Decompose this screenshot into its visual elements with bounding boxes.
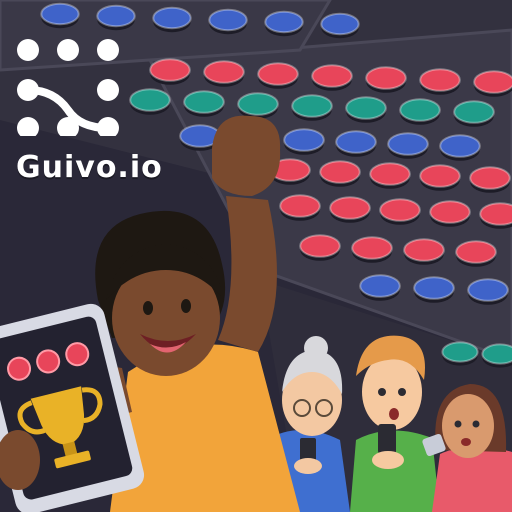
game-promo-artwork: Guivo.io [0, 0, 512, 512]
board-chip [291, 94, 333, 121]
brand-logo [14, 36, 174, 141]
board-chip [403, 238, 445, 265]
board-chip [257, 62, 299, 89]
board-chip [96, 4, 136, 31]
board-chip [419, 164, 461, 191]
board-chip [429, 200, 471, 227]
board-chip [208, 8, 248, 35]
board-chip [299, 234, 341, 261]
board-chip [40, 2, 80, 29]
board-chip [237, 92, 279, 119]
board-chip [329, 196, 371, 223]
board-chip [152, 6, 192, 33]
board-chip [413, 276, 455, 303]
board-chip [419, 68, 461, 95]
board-chip [399, 98, 441, 125]
board-chip [359, 274, 401, 301]
board-chip [379, 198, 421, 225]
player-fist [212, 115, 281, 196]
board-chip [387, 132, 429, 159]
board-chip [345, 96, 387, 123]
board-chip [283, 128, 325, 155]
board-chip [319, 160, 361, 187]
board-chip [469, 166, 511, 193]
board-chip [365, 66, 407, 93]
board-chip [369, 162, 411, 189]
board-chip [455, 240, 497, 267]
board-chip [183, 90, 225, 117]
board-chip [351, 236, 393, 263]
board-chip [320, 12, 360, 39]
board-chip [264, 10, 304, 37]
board-chip [335, 130, 377, 157]
dot-grid-logo-icon [17, 39, 119, 139]
board-chip [473, 70, 512, 97]
board-chip [203, 60, 245, 87]
brand-name: Guivo.io [16, 150, 163, 185]
board-chip [439, 134, 481, 161]
board-chip [481, 343, 512, 368]
board-chip [479, 202, 512, 229]
board-chip [467, 278, 509, 305]
board-chip [279, 194, 321, 221]
board-chip [453, 100, 495, 127]
board-chip [441, 341, 479, 366]
board-chip [311, 64, 353, 91]
